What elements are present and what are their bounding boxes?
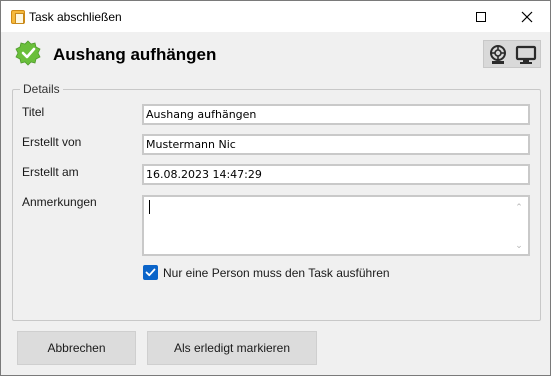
minimize-icon <box>476 11 486 22</box>
erstellt-von-field[interactable]: Mustermann Nic <box>142 134 530 155</box>
titel-field[interactable]: Aushang aufhängen <box>142 104 530 125</box>
erstellt-von-label: Erstellt von <box>22 135 82 149</box>
erstellt-am-label: Erstellt am <box>22 165 79 179</box>
task-clipboard-icon <box>11 10 25 24</box>
scroll-down-icon[interactable]: ⌄ <box>514 241 524 250</box>
window-title: Task abschließen <box>29 10 122 24</box>
mark-done-button[interactable]: Als erledigt markieren <box>147 331 317 365</box>
minimize-button[interactable] <box>458 1 504 32</box>
titel-label: Titel <box>22 105 45 119</box>
cancel-button[interactable]: Abbrechen <box>17 331 136 365</box>
monitor-icon[interactable] <box>515 44 537 66</box>
single-person-checkbox[interactable] <box>143 265 158 280</box>
green-check-badge-icon <box>15 40 41 66</box>
single-person-label[interactable]: Nur eine Person muss den Task ausführen <box>163 266 390 280</box>
anmerkungen-textarea[interactable]: ⌃ ⌄ <box>142 195 530 256</box>
title-bar[interactable]: Task abschließen <box>1 1 550 32</box>
scroll-up-icon[interactable]: ⌃ <box>514 203 524 212</box>
details-legend: Details <box>20 82 63 96</box>
anmerkungen-label: Anmerkungen <box>22 195 97 209</box>
checkmark-icon <box>145 268 156 277</box>
close-icon <box>521 11 533 22</box>
header-toolbar <box>483 40 541 68</box>
dialog-header: Aushang aufhängen <box>1 32 550 72</box>
task-title: Aushang aufhängen <box>53 45 217 64</box>
text-caret <box>149 200 150 214</box>
help-lifebuoy-icon[interactable] <box>487 44 509 66</box>
erstellt-am-field[interactable]: 16.08.2023 14:47:29 <box>142 164 530 185</box>
task-complete-dialog: Task abschließen Aushang aufhängen Detai… <box>0 0 551 376</box>
close-button[interactable] <box>504 1 550 32</box>
